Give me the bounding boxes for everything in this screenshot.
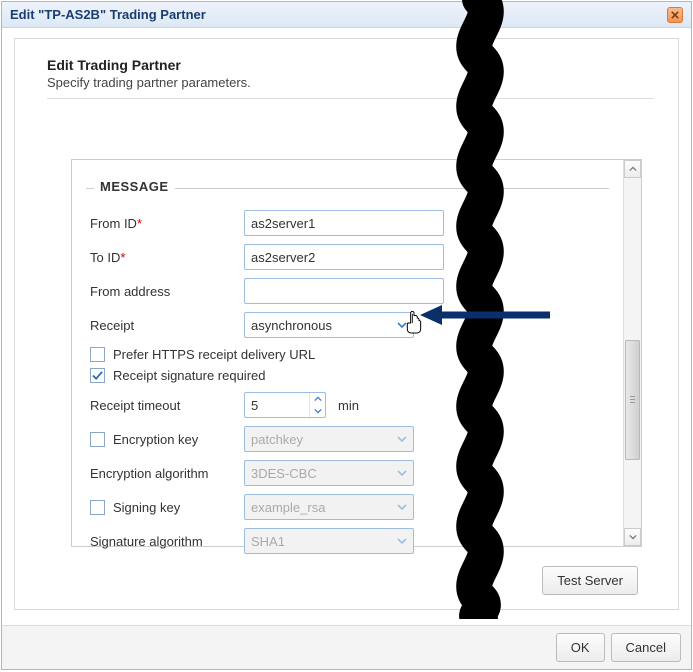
chevron-down-icon [397,434,407,444]
inner-panel: Edit Trading Partner Specify trading par… [14,38,679,610]
encryption-algo-select[interactable]: 3DES-CBC [244,460,414,486]
required-marker: * [137,216,142,231]
encryption-key-select[interactable]: patchkey [244,426,414,452]
spin-up[interactable] [310,393,325,405]
encryption-algo-value: 3DES-CBC [251,466,317,481]
receipt-sig-checkbox[interactable] [90,368,105,383]
close-button[interactable] [667,7,683,23]
dialog-title: Edit "TP-AS2B" Trading Partner [10,7,667,22]
chevron-down-icon [397,468,407,478]
scroll-thumb[interactable] [625,340,640,460]
row-receipt: Receipt asynchronous [90,309,623,341]
encryption-key-value: patchkey [251,432,303,447]
row-receipt-sig: Receipt signature required [90,368,623,383]
message-fieldset: MESSAGE [86,188,609,189]
dialog-window: Edit "TP-AS2B" Trading Partner Edit Trad… [1,1,692,670]
prefer-https-label: Prefer HTTPS receipt delivery URL [113,347,315,362]
close-icon [671,11,679,19]
row-encryption-key: Encryption key patchkey [90,423,623,455]
encryption-key-label-wrap: Encryption key [90,432,240,447]
required-marker: * [120,250,125,265]
test-server-wrap: Test Server [542,566,638,595]
from-address-label: From address [90,284,240,299]
scroll-frame: MESSAGE From ID* To ID* From address [71,159,642,547]
receipt-timeout-value: 5 [245,398,309,413]
dialog-footer: OK Cancel [2,625,691,669]
signature-algo-select[interactable]: SHA1 [244,528,414,554]
receipt-sig-label: Receipt signature required [113,368,265,383]
row-encryption-algo: Encryption algorithm 3DES-CBC [90,457,623,489]
timeout-unit: min [338,398,359,413]
scroll-up-button[interactable] [624,160,641,178]
encryption-algo-label: Encryption algorithm [90,466,240,481]
receipt-label: Receipt [90,318,240,333]
chevron-down-icon [397,502,407,512]
row-signature-algo: Signature algorithm SHA1 [90,525,623,557]
from-address-input[interactable] [244,278,444,304]
signing-key-label-wrap: Signing key [90,500,240,515]
section-subtitle: Specify trading partner parameters. [47,75,654,90]
cancel-button[interactable]: Cancel [611,633,681,662]
signing-key-select[interactable]: example_rsa [244,494,414,520]
to-id-label: To ID* [90,250,240,265]
signing-key-checkbox[interactable] [90,500,105,515]
content-area: Edit Trading Partner Specify trading par… [2,28,691,625]
signature-algo-value: SHA1 [251,534,285,549]
row-from-address: From address [90,275,623,307]
chevron-down-icon [397,536,407,546]
section-title: Edit Trading Partner [47,57,654,73]
to-id-input[interactable] [244,244,444,270]
signature-algo-label: Signature algorithm [90,534,240,549]
chevron-down-icon [397,320,407,330]
from-id-input[interactable] [244,210,444,236]
test-server-button[interactable]: Test Server [542,566,638,595]
spin-down[interactable] [310,405,325,417]
encryption-key-label: Encryption key [113,432,198,447]
row-receipt-timeout: Receipt timeout 5 min [90,389,623,421]
ok-button[interactable]: OK [556,633,605,662]
separator [47,98,654,99]
row-to-id: To ID* [90,241,623,273]
row-signing-key: Signing key example_rsa [90,491,623,523]
encryption-key-checkbox[interactable] [90,432,105,447]
spin-buttons [309,393,325,417]
scroll-down-button[interactable] [624,528,641,546]
prefer-https-checkbox[interactable] [90,347,105,362]
row-prefer-https: Prefer HTTPS receipt delivery URL [90,347,623,362]
titlebar: Edit "TP-AS2B" Trading Partner [2,2,691,28]
receipt-timeout-label: Receipt timeout [90,398,240,413]
from-id-label: From ID* [90,216,240,231]
receipt-timeout-stepper[interactable]: 5 [244,392,326,418]
row-from-id: From ID* [90,207,623,239]
vertical-scrollbar[interactable] [623,160,641,546]
signing-key-label: Signing key [113,500,180,515]
receipt-select[interactable]: asynchronous [244,312,414,338]
message-legend: MESSAGE [94,179,175,194]
signing-key-value: example_rsa [251,500,325,515]
form-body: From ID* To ID* From address Receip [72,189,623,557]
receipt-value: asynchronous [251,318,332,333]
